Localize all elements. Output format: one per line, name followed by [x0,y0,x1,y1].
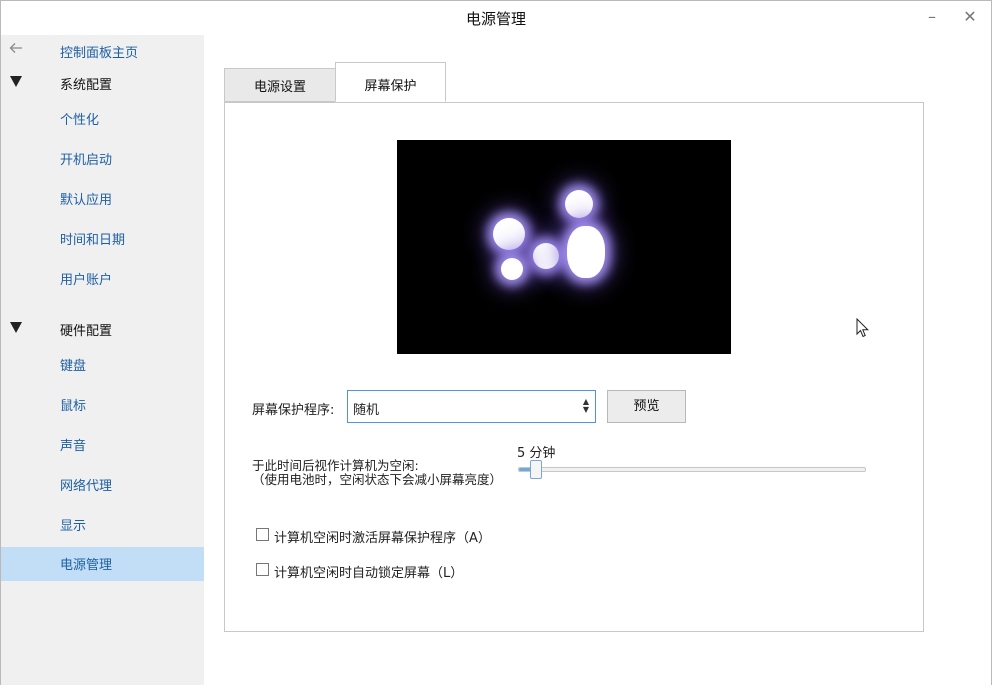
spin-arrows-icon: ▲ ▼ [582,397,589,414]
activate-screensaver-label[interactable]: 计算机空闲时激活屏幕保护程序（A） [274,527,491,546]
idle-time-slider[interactable] [518,467,866,472]
idle-label-line2: （使用电池时，空闲状态下会减小屏幕亮度） [252,472,503,487]
screensaver-program-value: 随机 [353,403,380,418]
sidebar-item-power-management[interactable]: 电源管理 [1,547,204,581]
auto-lock-checkbox[interactable] [256,563,269,576]
sidebar-group-label: 系统配置 [60,78,113,93]
preview-blob [565,190,593,218]
tab-label: 屏幕保护 [364,79,417,94]
close-button[interactable]: ✕ [957,7,983,29]
preview-blob [501,258,523,280]
sidebar-item-label: 时间和日期 [60,233,126,248]
preview-blob [533,243,559,269]
sidebar-item-sound[interactable]: 声音 [1,428,204,462]
sidebar-group-hardware[interactable]: 硬件配置 [1,313,204,347]
idle-time-value: 5 分钟 [517,446,556,461]
sidebar-item-startup[interactable]: 开机启动 [1,142,204,176]
sidebar-item-label: 默认应用 [60,193,113,208]
sidebar-item-label: 声音 [60,439,87,454]
sidebar-item-label: 网络代理 [60,479,113,494]
sidebar-item-label: 电源管理 [60,558,113,573]
sidebar-item-label: 键盘 [60,359,87,374]
sidebar-item-personalization[interactable]: 个性化 [1,102,204,136]
tab-screensaver[interactable]: 屏幕保护 [335,62,446,102]
mouse-pointer-icon [856,317,870,338]
sidebar-item-mouse[interactable]: 鼠标 [1,388,204,422]
sidebar-group-label: 硬件配置 [60,324,113,339]
sidebar-group-system[interactable]: 系统配置 [1,67,204,101]
idle-time-label: 于此时间后视作计算机为空闲: （使用电池时，空闲状态下会减小屏幕亮度） [252,459,502,487]
minimize-button[interactable]: – [919,7,945,29]
arrow-left-icon[interactable] [8,40,26,58]
window-title: 电源管理 [465,10,526,28]
screensaver-panel: 屏幕保护程序: 随机 ▲ ▼ 预览 于此时间后视作计算机为空闲: （使用电池时，空… [224,102,924,632]
main-content: 电源设置 屏幕保护 屏幕保护程序: 随机 ▲ ▼ 预览 于此时间后视作计算机为空闲… [204,35,991,685]
sidebar-item-network-proxy[interactable]: 网络代理 [1,468,204,502]
sidebar-item-display[interactable]: 显示 [1,508,204,542]
sidebar-item-label: 用户账户 [60,273,113,288]
sidebar-back-label[interactable]: 控制面板主页 [60,42,138,61]
sidebar-item-label: 开机启动 [60,153,113,168]
screensaver-program-select[interactable]: 随机 ▲ ▼ [347,390,596,423]
sidebar-item-label: 鼠标 [60,399,87,414]
sidebar-item-label: 显示 [60,519,87,534]
preview-blob [567,226,605,278]
idle-label-line1: 于此时间后视作计算机为空闲: [252,458,419,473]
slider-handle[interactable] [530,460,542,479]
tab-label: 电源设置 [253,80,306,95]
preview-blob [493,218,525,250]
power-management-window: 电源管理 – ✕ 控制面板主页 系统配置 个性化 开机启动 默认应用 时间和日期… [0,0,992,685]
sidebar: 控制面板主页 系统配置 个性化 开机启动 默认应用 时间和日期 用户账户 硬件配… [1,35,204,685]
triangle-down-icon[interactable] [10,322,22,333]
tab-power-settings[interactable]: 电源设置 [224,68,336,102]
sidebar-back-home[interactable]: 控制面板主页 [1,35,204,69]
preview-button[interactable]: 预览 [607,390,686,423]
sidebar-item-default-apps[interactable]: 默认应用 [1,182,204,216]
auto-lock-label[interactable]: 计算机空闲时自动锁定屏幕（L） [274,562,463,581]
screensaver-preview [397,140,731,354]
sidebar-item-date-time[interactable]: 时间和日期 [1,222,204,256]
sidebar-item-user-accounts[interactable]: 用户账户 [1,262,204,296]
triangle-down-icon[interactable] [10,76,22,87]
sidebar-item-keyboard[interactable]: 键盘 [1,348,204,382]
activate-screensaver-checkbox[interactable] [256,528,269,541]
title-bar: 电源管理 – ✕ [1,1,991,35]
sidebar-item-label: 个性化 [60,113,100,128]
screensaver-program-label: 屏幕保护程序: [252,403,335,418]
